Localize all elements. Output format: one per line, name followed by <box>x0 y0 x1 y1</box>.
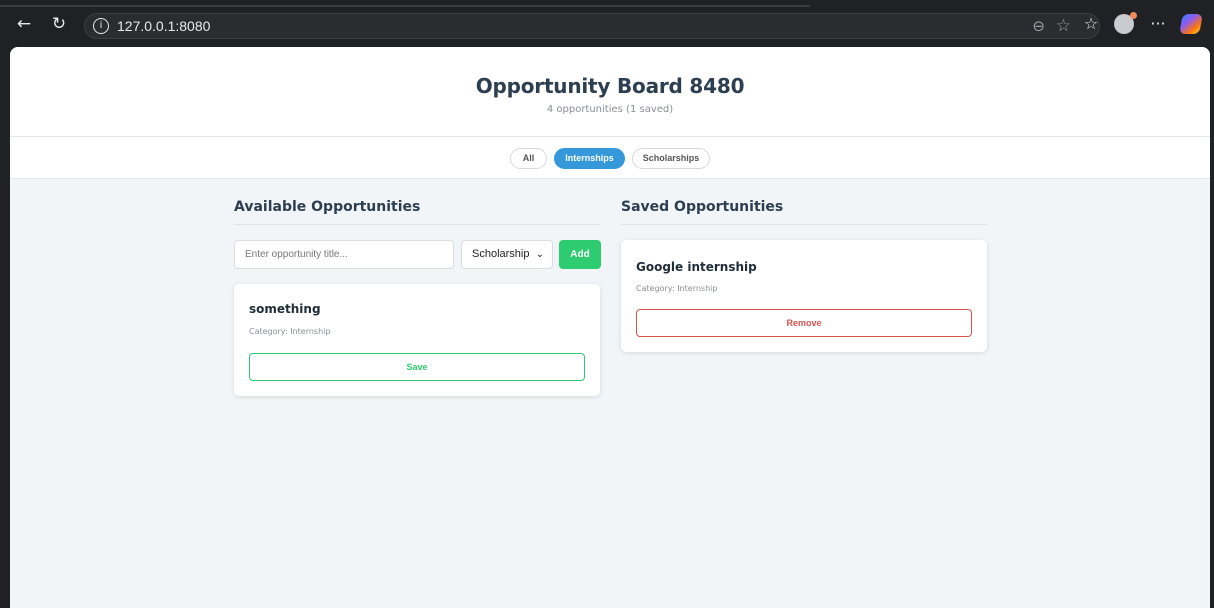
available-heading: Available Opportunities <box>234 199 421 215</box>
saved-opportunity-title: Google internship <box>636 260 757 274</box>
address-bar[interactable]: i 127.0.0.1:8080 ⊖ ☆ <box>84 13 1100 39</box>
favorite-star-icon[interactable]: ☆ <box>1056 16 1071 36</box>
chevron-down-icon: ⌄ <box>535 249 544 260</box>
saved-divider <box>621 224 987 225</box>
opportunity-count: 4 opportunities (1 saved) <box>546 104 674 115</box>
tab-strip-edge <box>0 5 810 7</box>
saved-heading: Saved Opportunities <box>621 199 784 215</box>
page-header: Opportunity Board 8480 4 opportunities (… <box>10 47 1210 137</box>
favorites-list-icon[interactable]: ☆ <box>1080 13 1102 35</box>
profile-avatar[interactable] <box>1114 12 1137 34</box>
refresh-icon[interactable]: ↻ <box>49 14 69 34</box>
category-select-value: Scholarship <box>472 248 530 260</box>
filter-all-button[interactable]: All <box>510 148 547 169</box>
back-arrow-icon[interactable]: ← <box>14 14 34 34</box>
saved-opportunity-category: Category: Internship <box>636 284 718 293</box>
tab-strip <box>0 0 1214 7</box>
opportunity-title: something <box>249 302 321 316</box>
remove-button[interactable]: Remove <box>636 309 972 337</box>
zoom-icon[interactable]: ⊖ <box>1032 17 1045 35</box>
browser-toolbar: ← ↻ i 127.0.0.1:8080 ⊖ ☆ ☆ ··· <box>0 0 1214 47</box>
site-info-icon[interactable]: i <box>93 18 109 34</box>
url-text: 127.0.0.1:8080 <box>117 18 211 34</box>
opportunity-category: Category: Internship <box>249 327 331 336</box>
filter-bar: All Internships Scholarships <box>10 137 1210 179</box>
available-divider <box>234 224 600 225</box>
add-button[interactable]: Add <box>559 240 601 269</box>
save-button[interactable]: Save <box>249 353 585 381</box>
saved-opportunity-card: Google internship Category: Internship R… <box>621 240 987 352</box>
filter-scholarships-button[interactable]: Scholarships <box>632 148 710 169</box>
filter-internships-button[interactable]: Internships <box>554 148 625 169</box>
page-viewport: Opportunity Board 8480 4 opportunities (… <box>10 47 1210 608</box>
page-title: Opportunity Board 8480 <box>475 74 745 98</box>
more-options-icon[interactable]: ··· <box>1147 13 1169 35</box>
opportunity-title-input[interactable] <box>234 240 454 269</box>
copilot-icon[interactable] <box>1179 14 1203 34</box>
opportunity-card: something Category: Internship Save <box>234 284 600 396</box>
category-select[interactable]: Scholarship ⌄ <box>461 240 553 269</box>
